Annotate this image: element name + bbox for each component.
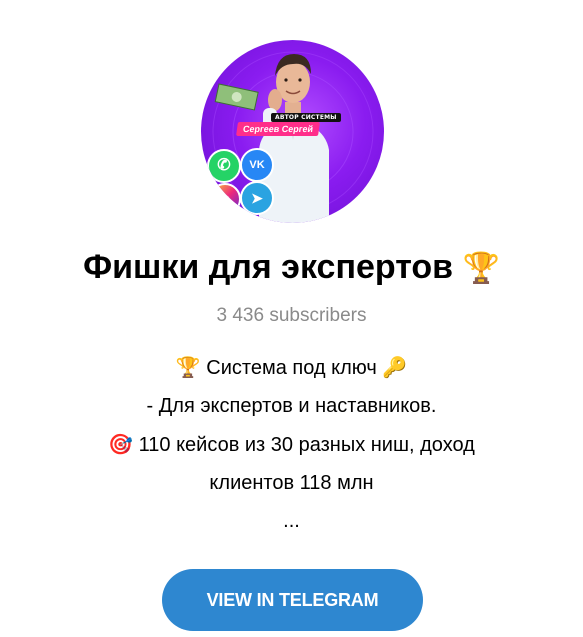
view-in-telegram-button[interactable]: VIEW IN TELEGRAM	[162, 569, 423, 631]
channel-avatar: АВТОР СИСТЕМЫ Сергеев Сергей ✆ VK ◎ ➤	[201, 40, 384, 223]
description-text: 110 кейсов из 30 разных ниш, доход	[138, 434, 475, 456]
key-icon: 🔑	[382, 355, 408, 379]
channel-card: АВТОР СИСТЕМЫ Сергеев Сергей ✆ VK ◎ ➤ Фи…	[0, 0, 583, 637]
description-line-3: 🎯 110 кейсов из 30 разных ниш, доход	[60, 425, 523, 464]
description-text: Система под ключ	[206, 357, 377, 379]
avatar-author-name: Сергеев Сергей	[236, 122, 321, 136]
avatar-author-badge: АВТОР СИСТЕМЫ	[271, 113, 341, 122]
channel-title: Фишки для экспертов 🏆	[0, 244, 583, 292]
description-line-2: - Для экспертов и наставников.	[146, 395, 437, 417]
subscriber-count: 3 436 subscribers	[216, 305, 367, 326]
trophy-icon: 🏆	[462, 251, 500, 286]
vk-icon: VK	[240, 148, 274, 182]
description-line-4: клиентов 118 млн	[209, 472, 374, 494]
channel-description: 🏆 Система под ключ 🔑 - Для экспертов и н…	[60, 348, 523, 540]
trophy-icon: 🏆	[175, 355, 201, 379]
telegram-icon: ➤	[240, 181, 274, 215]
whatsapp-icon: ✆	[207, 149, 241, 183]
channel-title-text: Фишки для экспертов	[83, 248, 454, 286]
description-line-1: 🏆 Система под ключ 🔑	[60, 348, 523, 387]
description-ellipsis: ...	[283, 510, 300, 532]
target-icon: 🎯	[108, 432, 134, 456]
instagram-icon: ◎	[209, 183, 241, 215]
